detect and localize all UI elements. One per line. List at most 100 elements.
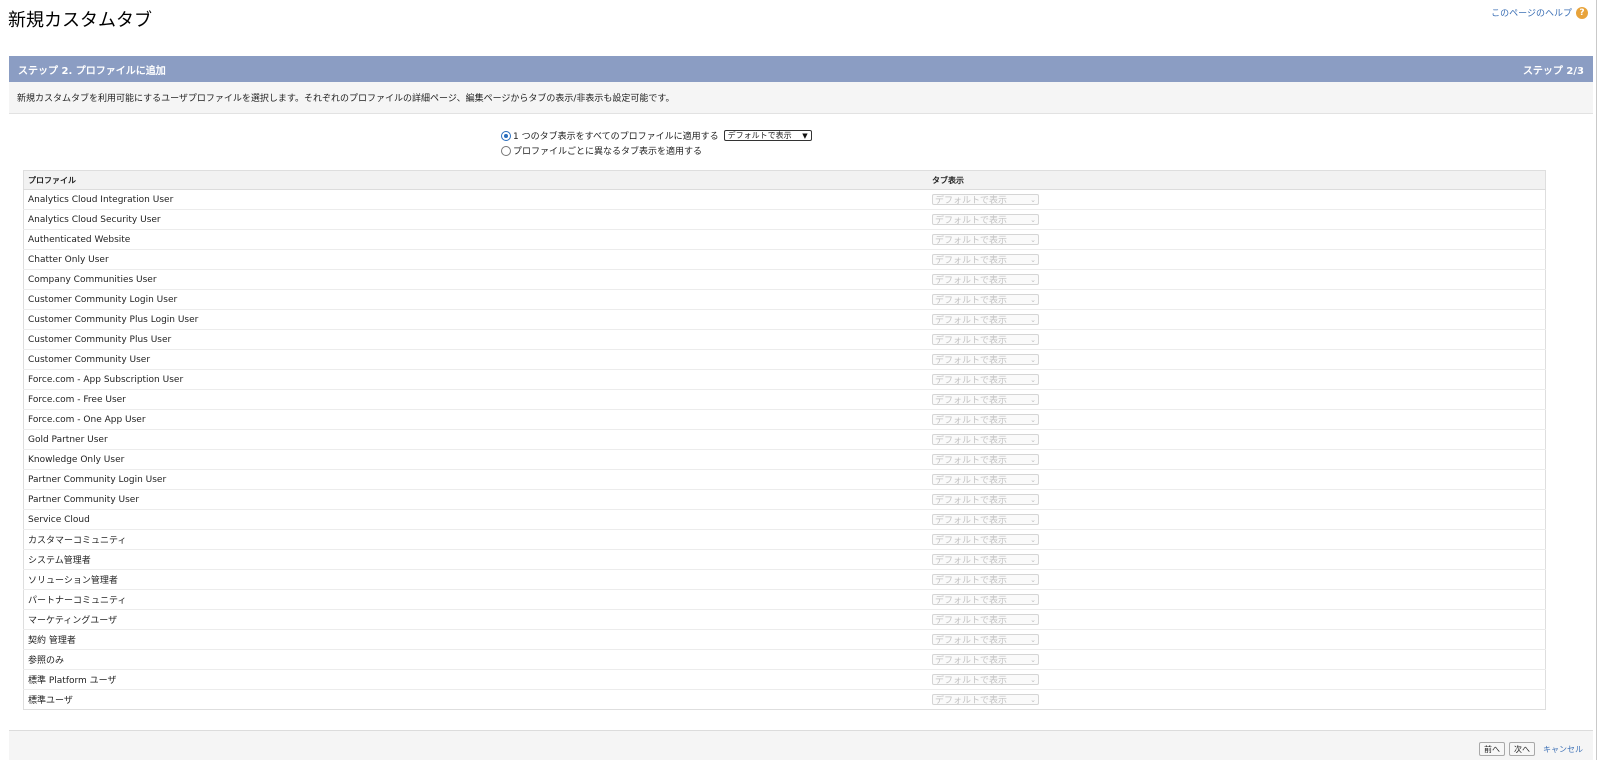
table-row: パートナーコミュニティ デフォルトで表示 ⌄ [23,589,1546,610]
table-row: Chatter Only User デフォルトで表示 ⌄ [23,249,1546,270]
profile-name: Customer Community User [23,349,928,370]
profile-visibility-value: デフォルトで表示 [935,696,1008,706]
profile-visibility-value: デフォルトで表示 [935,676,1008,686]
profile-name: Partner Community User [23,489,928,510]
profile-visibility-select: デフォルトで表示 ⌄ [932,294,1039,306]
visibility-cell: デフォルトで表示 ⌄ [928,409,1546,430]
option-apply-all[interactable]: 1 つのタブ表示をすべてのプロファイルに適用する デフォルトで表示 ▼ [501,128,812,143]
help-icon: ? [1576,6,1588,19]
profile-name: Chatter Only User [23,249,928,270]
chevron-down-icon: ⌄ [1030,495,1036,504]
column-header-visibility: タブ表示 [928,170,1546,190]
option-per-profile[interactable]: プロファイルごとに異なるタブ表示を適用する [501,143,812,158]
chevron-down-icon: ⌄ [1030,335,1036,344]
profile-name: 契約 管理者 [23,629,928,650]
profile-visibility-select: デフォルトで表示 ⌄ [932,274,1039,286]
visibility-cell: デフォルトで表示 ⌄ [928,389,1546,410]
per-profile-radio[interactable] [501,145,511,156]
profile-visibility-value: デフォルトで表示 [935,616,1008,626]
step-header: ステップ 2. プロファイルに追加 ステップ 2/3 [9,56,1593,82]
visibility-cell: デフォルトで表示 ⌄ [928,349,1546,370]
visibility-cell: デフォルトで表示 ⌄ [928,329,1546,350]
profile-visibility-value: デフォルトで表示 [935,316,1008,326]
table-row: Service Cloud デフォルトで表示 ⌄ [23,509,1546,530]
step-indicator: ステップ 2/3 [1522,65,1584,77]
chevron-down-icon: ⌄ [1030,535,1036,544]
profile-name: Force.com - One App User [23,409,928,430]
profile-visibility-value: デフォルトで表示 [935,276,1008,286]
profile-name: Service Cloud [23,509,928,530]
table-row: 参照のみ デフォルトで表示 ⌄ [23,649,1546,670]
profile-visibility-select: デフォルトで表示 ⌄ [932,414,1039,426]
chevron-down-icon: ⌄ [1030,595,1036,604]
profile-visibility-select: デフォルトで表示 ⌄ [932,534,1039,546]
profile-visibility-value: デフォルトで表示 [935,516,1008,526]
profile-visibility-select: デフォルトで表示 ⌄ [932,694,1039,706]
profile-name: 参照のみ [23,649,928,670]
profile-visibility-value: デフォルトで表示 [935,336,1008,346]
profile-visibility-select: デフォルトで表示 ⌄ [932,514,1039,526]
profile-section: 1 つのタブ表示をすべてのプロファイルに適用する デフォルトで表示 ▼ プロファ… [9,114,1593,731]
cancel-link[interactable]: キャンセル [1543,744,1583,755]
chevron-down-icon: ⌄ [1030,555,1036,564]
chevron-down-icon: ⌄ [1030,235,1036,244]
profile-visibility-select: デフォルトで表示 ⌄ [932,394,1039,406]
profile-visibility-select: デフォルトで表示 ⌄ [932,374,1039,386]
table-row: Customer Community Plus User デフォルトで表示 ⌄ [23,329,1546,350]
profile-visibility-value: デフォルトで表示 [935,656,1008,666]
table-row: Analytics Cloud Security User デフォルトで表示 ⌄ [23,209,1546,230]
profile-visibility-select: デフォルトで表示 ⌄ [932,194,1039,206]
visibility-cell: デフォルトで表示 ⌄ [928,549,1546,570]
profile-name: Force.com - App Subscription User [23,369,928,390]
help-link[interactable]: このページのヘルプ ? [1491,6,1588,19]
visibility-cell: デフォルトで表示 ⌄ [928,569,1546,590]
profile-name: Customer Community Login User [23,289,928,310]
profile-name: Partner Community Login User [23,469,928,490]
profile-name: Customer Community Plus Login User [23,309,928,330]
profile-visibility-select: デフォルトで表示 ⌄ [932,234,1039,246]
next-button[interactable]: 次へ [1509,742,1535,756]
global-visibility-value: デフォルトで表示 [727,131,792,140]
profile-name: Gold Partner User [23,429,928,450]
chevron-down-icon: ⌄ [1030,395,1036,404]
prev-button[interactable]: 前へ [1479,742,1505,756]
profile-visibility-select: デフォルトで表示 ⌄ [932,254,1039,266]
profile-visibility-select: デフォルトで表示 ⌄ [932,474,1039,486]
profile-visibility-value: デフォルトで表示 [935,476,1008,486]
profile-visibility-value: デフォルトで表示 [935,496,1008,506]
profile-name: システム管理者 [23,549,928,570]
visibility-cell: デフォルトで表示 ⌄ [928,209,1546,230]
profile-visibility-value: デフォルトで表示 [935,596,1008,606]
table-row: Customer Community User デフォルトで表示 ⌄ [23,349,1546,370]
apply-all-radio[interactable] [501,130,511,141]
visibility-cell: デフォルトで表示 ⌄ [928,269,1546,290]
profile-visibility-select: デフォルトで表示 ⌄ [932,494,1039,506]
visibility-cell: デフォルトで表示 ⌄ [928,529,1546,550]
profile-visibility-value: デフォルトで表示 [935,636,1008,646]
profile-name: マーケティングユーザ [23,609,928,630]
step-title: ステップ 2. プロファイルに追加 [18,65,166,77]
page-edge-divider [1596,0,1597,760]
profile-visibility-value: デフォルトで表示 [935,576,1008,586]
table-row: 標準ユーザ デフォルトで表示 ⌄ [23,689,1546,710]
profile-name: Authenticated Website [23,229,928,250]
chevron-down-icon: ⌄ [1030,655,1036,664]
profile-visibility-value: デフォルトで表示 [935,196,1008,206]
chevron-down-icon: ⌄ [1030,455,1036,464]
profile-name: 標準ユーザ [23,689,928,710]
profile-visibility-value: デフォルトで表示 [935,396,1008,406]
profile-visibility-select: デフォルトで表示 ⌄ [932,554,1039,566]
table-row: 標準 Platform ユーザ デフォルトで表示 ⌄ [23,669,1546,690]
profile-visibility-select: デフォルトで表示 ⌄ [932,614,1039,626]
visibility-cell: デフォルトで表示 ⌄ [928,629,1546,650]
visibility-cell: デフォルトで表示 ⌄ [928,669,1546,690]
wizard-footer: 前へ 次へ キャンセル [1479,742,1583,756]
table-row: Force.com - Free User デフォルトで表示 ⌄ [23,389,1546,410]
global-visibility-select[interactable]: デフォルトで表示 ▼ [723,130,812,141]
table-row: Analytics Cloud Integration User デフォルトで表示… [23,189,1546,210]
profile-name: Force.com - Free User [23,389,928,410]
profile-name: パートナーコミュニティ [23,589,928,610]
visibility-cell: デフォルトで表示 ⌄ [928,489,1546,510]
chevron-down-icon: ⌄ [1030,515,1036,524]
chevron-down-icon: ⌄ [1030,255,1036,264]
